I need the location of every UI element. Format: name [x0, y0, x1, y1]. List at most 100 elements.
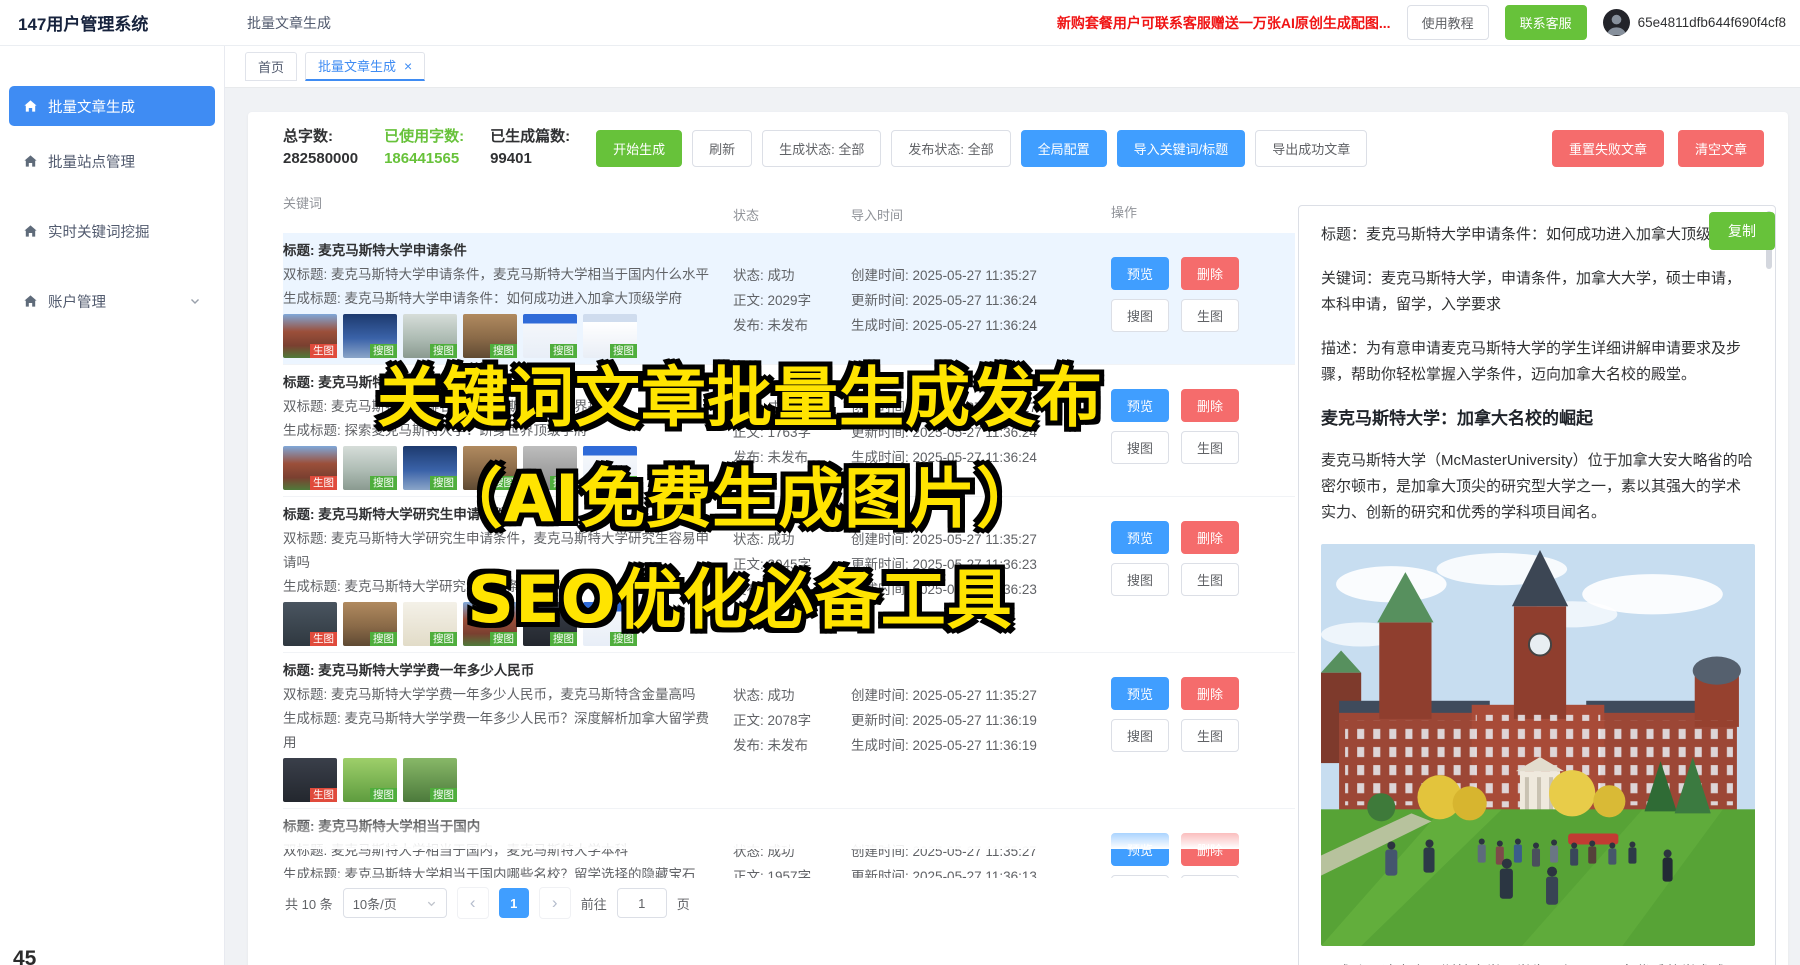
table-row[interactable]: 标题: 麦克马斯特大学申请条件 双标题: 麦克马斯特大学申请条件，麦克马斯特大学…	[283, 233, 1295, 365]
preview-keywords: 关键词：麦克马斯特大学，申请条件，加拿大大学，硕士申请，本科申请，留学，入学要求	[1321, 266, 1753, 318]
chevron-down-icon	[189, 295, 201, 307]
preview-button[interactable]: 预览	[1111, 521, 1169, 554]
contact-support-button[interactable]: 联系客服	[1505, 5, 1587, 40]
generate-image-button[interactable]: 生图	[1181, 563, 1239, 596]
thumb-tag: 搜图	[490, 476, 517, 490]
reset-failed-button[interactable]: 重置失败文章	[1552, 130, 1664, 167]
sidebar-item[interactable]: 批量文章生成	[9, 86, 215, 126]
row-generated-time: 生成时间: 2025-05-27 11:36:23	[851, 577, 1111, 602]
delete-button[interactable]: 删除	[1181, 833, 1239, 866]
table-row[interactable]: 标题: 麦克马斯特大学学费一年多少人民币 双标题: 麦克马斯特大学学费一年多少人…	[283, 653, 1295, 809]
preview-button[interactable]: 预览	[1111, 677, 1169, 710]
delete-button[interactable]: 删除	[1181, 677, 1239, 710]
thumbnail[interactable]: 搜图	[523, 314, 577, 358]
delete-button[interactable]: 删除	[1181, 521, 1239, 554]
table-row[interactable]: 标题: 麦克马斯特大学相当于国内 双标题: 麦克马斯特大学相当于国内，麦克马斯特…	[283, 809, 1295, 878]
thumbnail[interactable]: 搜图	[463, 446, 517, 490]
row-word-count: 正文: 2078字	[733, 708, 851, 733]
generate-status-select[interactable]: 生成状态: 全部	[762, 130, 881, 167]
next-page-button[interactable]: ›	[539, 887, 571, 919]
export-success-button[interactable]: 导出成功文章	[1255, 130, 1367, 167]
tutorial-button[interactable]: 使用教程	[1407, 5, 1489, 40]
row-updated-time: 更新时间: 2025-05-27 11:36:19	[851, 708, 1111, 733]
chevron-down-icon	[426, 898, 437, 909]
thumbnail[interactable]: 搜图	[463, 314, 517, 358]
row-status: 状态: 成功	[733, 839, 851, 864]
thumbnail[interactable]: 搜图	[583, 446, 637, 490]
thumbnail[interactable]: 搜图	[583, 602, 637, 646]
thumbnail[interactable]: 搜图	[343, 314, 397, 358]
sidebar-item-label: 批量站点管理	[48, 151, 135, 172]
app-title: 147用户管理系统	[0, 10, 225, 35]
prev-page-button[interactable]: ‹	[457, 887, 489, 919]
goto-page-input[interactable]	[617, 888, 667, 918]
search-image-button[interactable]: 搜图	[1111, 719, 1169, 752]
thumbnail[interactable]: 搜图	[343, 602, 397, 646]
stat-value: 99401	[490, 148, 570, 170]
announcement-text[interactable]: 新购套餐用户可联系客服赠送一万张AI原创生成配图...	[1057, 13, 1391, 33]
generate-image-button[interactable]: 生图	[1181, 299, 1239, 332]
clear-articles-button[interactable]: 清空文章	[1678, 130, 1764, 167]
import-keywords-button[interactable]: 导入关键词/标题	[1117, 130, 1246, 167]
thumbnail[interactable]: 搜图	[403, 602, 457, 646]
global-config-button[interactable]: 全局配置	[1021, 130, 1107, 167]
goto-label: 前往	[581, 894, 607, 913]
thumbnail[interactable]: 生图	[283, 314, 337, 358]
row-double-title: 双标题: 麦克马斯特大学学费一年多少人民币，麦克马斯特含金量高吗	[283, 683, 721, 707]
row-title: 标题: 麦克马斯特大学申请条件	[283, 239, 721, 263]
table-row[interactable]: 标题: 麦克马斯特大学研究生申请条件 双标题: 麦克马斯特大学研究生申请条件，麦…	[283, 497, 1295, 653]
generate-image-button[interactable]: 生图	[1181, 875, 1239, 878]
refresh-button[interactable]: 刷新	[692, 130, 752, 167]
thumbnail[interactable]: 搜图	[343, 446, 397, 490]
thumbnail[interactable]: 生图	[283, 446, 337, 490]
thumbnail[interactable]: 搜图	[463, 602, 517, 646]
row-double-title: 双标题: 麦克马斯特大学排名，麦克马斯特大学世界排名	[283, 395, 721, 419]
home-icon	[23, 294, 38, 309]
thumbnail[interactable]: 搜图	[403, 314, 457, 358]
search-image-button[interactable]: 搜图	[1111, 299, 1169, 332]
preview-button[interactable]: 预览	[1111, 389, 1169, 422]
delete-button[interactable]: 删除	[1181, 257, 1239, 290]
preview-title: 标题：麦克马斯特大学申请条件：如何成功进入加拿大顶级学府	[1321, 222, 1753, 248]
row-generated-title: 生成标题: 麦克马斯特大学申请条件：如何成功进入加拿大顶级学府	[283, 287, 721, 311]
thumbnail[interactable]: 搜图	[343, 758, 397, 802]
page-1-button[interactable]: 1	[499, 888, 529, 918]
header-import-time: 导入时间	[851, 181, 1111, 224]
row-double-title: 双标题: 麦克马斯特大学相当于国内，麦克马斯特大学本科	[283, 839, 721, 863]
thumbnail[interactable]: 搜图	[523, 446, 577, 490]
thumbnail[interactable]: 搜图	[523, 602, 577, 646]
preview-button[interactable]: 预览	[1111, 257, 1169, 290]
copy-button[interactable]: 复制	[1709, 212, 1775, 250]
table-row[interactable]: 标题: 麦克马斯特大学排名 双标题: 麦克马斯特大学排名，麦克马斯特大学世界排名…	[283, 365, 1295, 497]
row-updated-time: 更新时间: 2025-05-27 11:36:24	[851, 420, 1111, 445]
close-icon[interactable]: ×	[404, 59, 412, 73]
sidebar-item[interactable]: 批量站点管理	[9, 141, 215, 181]
sidebar-item[interactable]: 实时关键词挖掘	[9, 211, 215, 251]
search-image-button[interactable]: 搜图	[1111, 875, 1169, 878]
row-created-time: 创建时间: 2025-05-27 11:35:27	[851, 683, 1111, 708]
tab-home[interactable]: 首页	[245, 52, 297, 81]
preview-button[interactable]: 预览	[1111, 833, 1169, 866]
tab-batch-article[interactable]: 批量文章生成 ×	[305, 52, 425, 81]
generate-image-button[interactable]: 生图	[1181, 431, 1239, 464]
thumbnail[interactable]: 搜图	[403, 446, 457, 490]
stats-group: 总字数: 282580000 已使用字数: 186441565 已生成篇数: 9…	[283, 126, 596, 170]
generate-image-button[interactable]: 生图	[1181, 719, 1239, 752]
thumbnail[interactable]: 搜图	[403, 758, 457, 802]
page-size-select[interactable]: 10条/页	[343, 888, 447, 918]
delete-button[interactable]: 删除	[1181, 389, 1239, 422]
thumbnail[interactable]: 搜图	[583, 314, 637, 358]
row-generated-title: 生成标题: 探索麦克马斯特大学：跻身世界顶级学府	[283, 419, 721, 443]
publish-status-select[interactable]: 发布状态: 全部	[891, 130, 1010, 167]
row-title: 标题: 麦克马斯特大学排名	[283, 371, 721, 395]
avatar[interactable]	[1603, 9, 1630, 36]
row-publish-state: 发布: 未发布	[733, 577, 851, 602]
thumbnail[interactable]: 生图	[283, 758, 337, 802]
thumbnail[interactable]: 生图	[283, 602, 337, 646]
search-image-button[interactable]: 搜图	[1111, 431, 1169, 464]
sidebar-item[interactable]: 账户管理	[9, 281, 215, 321]
stat: 已生成篇数: 99401	[490, 126, 570, 170]
sidebar-item-label: 批量文章生成	[48, 96, 135, 117]
search-image-button[interactable]: 搜图	[1111, 563, 1169, 596]
start-generate-button[interactable]: 开始生成	[596, 130, 682, 167]
